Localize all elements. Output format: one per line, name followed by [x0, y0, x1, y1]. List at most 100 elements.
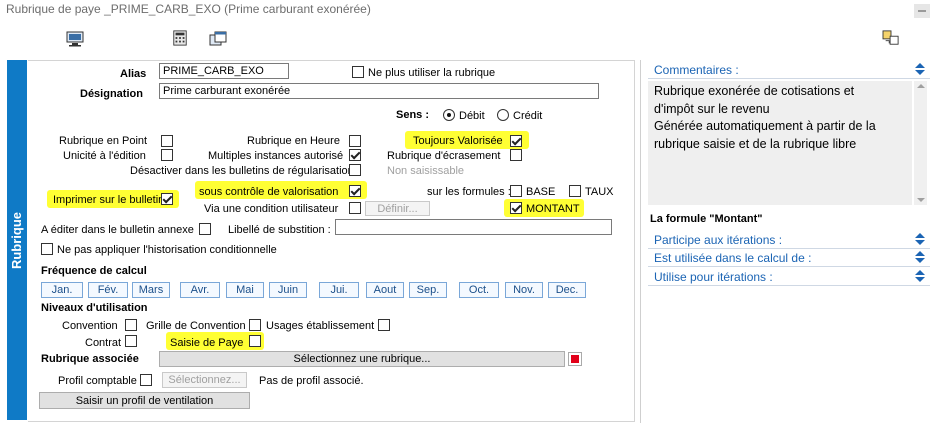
copy-pages-icon[interactable]	[882, 30, 900, 46]
non-saisissable-label: Non saisissable	[387, 165, 465, 177]
multiples-instances-label: Multiples instances autorisé	[208, 150, 344, 162]
alias-label: Alias	[120, 68, 147, 80]
saisie-de-paye-label: Saisie de Paye	[170, 337, 244, 349]
rubrique-en-point-label: Rubrique en Point	[59, 135, 148, 147]
est-utilisee-header[interactable]: Est utilisée dans le calcul de :	[654, 251, 811, 265]
month-button[interactable]: Juin	[269, 282, 307, 298]
comment-line: rubrique saisie et de la rubrique libre	[654, 136, 857, 151]
comment-line: d'impôt sur le revenu	[654, 101, 770, 116]
debit-label: Débit	[459, 110, 485, 122]
comment-line: Rubrique exonérée de cotisations et	[654, 84, 855, 98]
rubrique-en-heure-label: Rubrique en Heure	[247, 135, 340, 147]
alias-field[interactable]: PRIME_CARB_EXO	[159, 63, 289, 79]
rubrique-en-point-checkbox[interactable]	[161, 135, 173, 147]
profil-comptable-label: Profil comptable	[58, 375, 137, 387]
libelle-substition-field[interactable]	[335, 219, 612, 235]
imprimer-bulletin-checkbox[interactable]	[161, 193, 173, 205]
a-editer-annexe-checkbox[interactable]	[199, 223, 211, 235]
pas-de-profil-label: Pas de profil associé.	[259, 375, 364, 387]
month-button[interactable]: Jan.	[41, 282, 83, 298]
window-title: Rubrique de paye _PRIME_CARB_EXO (Prime …	[6, 2, 371, 16]
commentaires-header[interactable]: Commentaires :	[654, 63, 739, 77]
toujours-valorisee-checkbox[interactable]	[510, 135, 522, 147]
commentaires-divider	[648, 78, 930, 79]
month-button[interactable]: Jui.	[319, 282, 359, 298]
calculator-icon[interactable]	[171, 30, 189, 46]
saisie-de-paye-checkbox[interactable]	[249, 335, 261, 347]
taux-checkbox[interactable]	[569, 185, 581, 197]
montant-checkbox[interactable]	[510, 202, 522, 214]
month-button[interactable]: Nov.	[505, 282, 543, 298]
base-checkbox[interactable]	[510, 185, 522, 197]
participe-toggle-icon[interactable]	[914, 233, 926, 247]
monitor-icon[interactable]	[66, 31, 84, 47]
est-utilisee-divider	[648, 266, 930, 267]
selectionnez-rubrique-button[interactable]: Sélectionnez une rubrique...	[159, 351, 565, 367]
commentaires-toggle-icon[interactable]	[914, 63, 926, 77]
libelle-substition-label: Libellé de substition :	[228, 224, 331, 236]
minimize-button[interactable]	[914, 4, 930, 18]
desactiver-bulletins-checkbox[interactable]	[349, 164, 361, 176]
usages-etablissement-label: Usages établissement	[266, 320, 375, 332]
credit-radio[interactable]	[497, 109, 509, 121]
ne-plus-utiliser-label: Ne plus utiliser la rubrique	[368, 67, 496, 79]
month-button[interactable]: Dec.	[548, 282, 586, 298]
unicite-edition-checkbox[interactable]	[161, 149, 173, 161]
month-button[interactable]: Oct.	[459, 282, 499, 298]
grille-convention-label: Grille de Convention	[146, 320, 246, 332]
utilise-header[interactable]: Utilise pour itérations :	[654, 270, 773, 284]
grille-convention-checkbox[interactable]	[249, 319, 261, 331]
month-button[interactable]: Fév.	[88, 282, 128, 298]
credit-label: Crédit	[513, 110, 543, 122]
month-button[interactable]: Mars	[132, 282, 170, 298]
saisir-profil-ventilation-button[interactable]: Saisir un profil de ventilation	[39, 392, 250, 409]
base-label: BASE	[526, 186, 556, 198]
niveaux-label: Niveaux d'utilisation	[41, 302, 148, 314]
contrat-label: Contrat	[85, 337, 122, 349]
convention-label: Convention	[62, 320, 118, 332]
taux-label: TAUX	[585, 186, 614, 198]
designation-field[interactable]: Prime carburant exonérée	[159, 83, 599, 99]
multiples-instances-checkbox[interactable]	[349, 149, 361, 161]
convention-checkbox[interactable]	[125, 319, 137, 331]
via-condition-checkbox[interactable]	[349, 202, 361, 214]
est-utilisee-toggle-icon[interactable]	[914, 251, 926, 265]
sur-les-formules-label: sur les formules :	[427, 186, 511, 198]
desactiver-bulletins-label: Désactiver dans les bulletins de régular…	[130, 165, 354, 177]
debit-radio[interactable]	[443, 109, 455, 121]
sous-controle-label: sous contrôle de valorisation	[199, 186, 339, 198]
contrat-checkbox[interactable]	[125, 335, 137, 347]
ne-plus-utiliser-checkbox[interactable]	[352, 66, 364, 78]
utilise-toggle-icon[interactable]	[914, 270, 926, 284]
window-copy-icon[interactable]	[209, 31, 227, 47]
frequence-label: Fréquence de calcul	[41, 265, 147, 277]
rubrique-ecrasement-checkbox[interactable]	[510, 149, 522, 161]
via-condition-label: Via une condition utilisateur	[204, 203, 339, 215]
month-button[interactable]: Avr.	[180, 282, 220, 298]
red-marker-icon[interactable]	[568, 352, 582, 366]
profil-comptable-checkbox[interactable]	[140, 374, 152, 386]
participe-header[interactable]: Participe aux itérations :	[654, 233, 782, 247]
month-button[interactable]: Sep.	[409, 282, 447, 298]
comment-scrollbar[interactable]	[914, 81, 927, 205]
formule-title: La formule "Montant"	[650, 213, 763, 225]
main-form-panel	[28, 60, 635, 422]
a-editer-annexe-label: A éditer dans le bulletin annexe	[41, 224, 194, 236]
montant-label: MONTANT	[526, 203, 580, 215]
imprimer-bulletin-label: Imprimer sur le bulletin	[53, 194, 165, 206]
month-button[interactable]: Aout	[366, 282, 404, 298]
sous-controle-checkbox[interactable]	[349, 185, 361, 197]
ne-pas-appliquer-checkbox[interactable]	[41, 243, 53, 255]
sens-label: Sens :	[396, 109, 430, 121]
selectionnez-profil-button[interactable]: Sélectionnez...	[162, 372, 247, 388]
month-button[interactable]: Mai	[226, 282, 264, 298]
commentaires-textarea[interactable]: Rubrique exonérée de cotisations et d'im…	[648, 81, 912, 205]
rubrique-tab[interactable]: Rubrique	[7, 60, 27, 420]
designation-label: Désignation	[80, 88, 143, 100]
usages-etablissement-checkbox[interactable]	[378, 319, 390, 331]
unicite-edition-label: Unicité à l'édition	[63, 150, 146, 162]
participe-divider	[648, 248, 930, 249]
rubrique-en-heure-checkbox[interactable]	[349, 135, 361, 147]
toujours-valorisee-label: Toujours Valorisée	[413, 135, 503, 147]
definir-button[interactable]: Définir...	[365, 201, 430, 216]
